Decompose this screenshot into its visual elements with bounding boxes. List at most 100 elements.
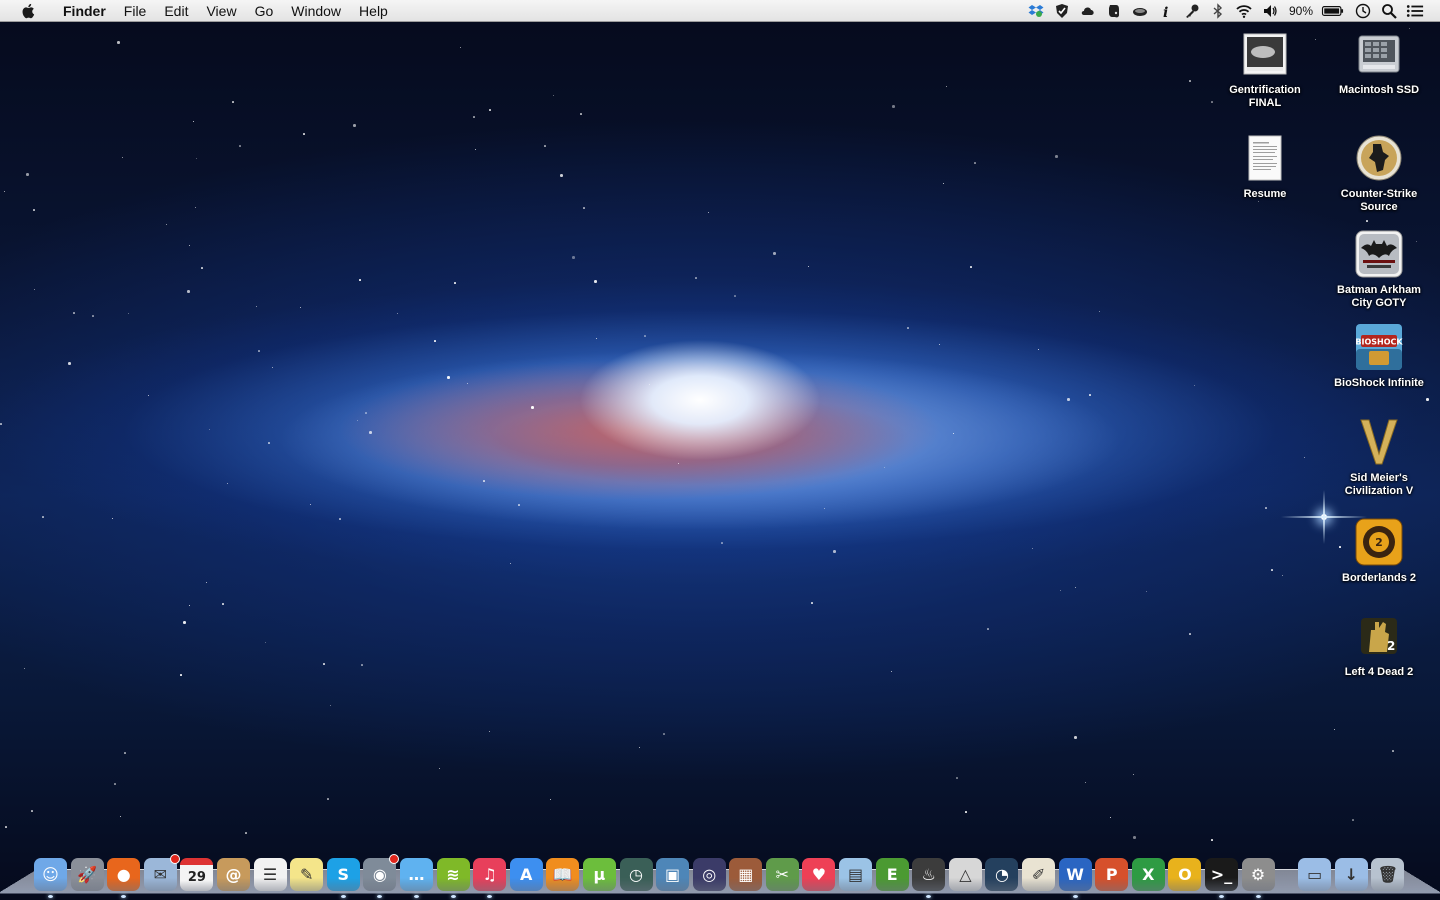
dashboard-icon: ◔ (994, 864, 1009, 884)
dock-terminal[interactable]: >_ (1205, 857, 1238, 898)
cloud-icon[interactable] (1079, 2, 1097, 20)
dock-aperture[interactable]: ◎ (692, 857, 726, 891)
battery-percentage[interactable]: 90% (1289, 4, 1313, 18)
dock-trash[interactable]: 🗑 (1371, 857, 1405, 891)
star (1409, 28, 1410, 29)
key-icon[interactable] (1183, 2, 1201, 20)
dock-messages[interactable]: … (399, 857, 433, 898)
spotlight-search-icon[interactable] (1380, 2, 1398, 20)
menu-edit[interactable]: Edit (155, 0, 197, 22)
dock-dashboard[interactable]: ◔ (985, 857, 1019, 891)
menu-window[interactable]: Window (282, 0, 350, 22)
dock-documents-stack[interactable]: ▭ (1298, 857, 1332, 891)
menu-go[interactable]: Go (246, 0, 283, 22)
evernote-icon[interactable] (1105, 2, 1123, 20)
dock-outlook[interactable]: O (1168, 857, 1202, 891)
dock-evernote[interactable]: E (875, 857, 909, 891)
notification-center-icon[interactable] (1406, 2, 1424, 20)
dock-steam[interactable]: ♨ (912, 857, 946, 898)
battery-icon[interactable] (1320, 2, 1346, 20)
desktop-icon-civilization-v[interactable]: Sid Meier's Civilization V (1329, 418, 1429, 498)
desktop-icon-batman-arkham-city[interactable]: Batman Arkham City GOTY (1329, 230, 1429, 310)
dock-stickies[interactable]: ✂ (765, 857, 799, 891)
volume-icon[interactable] (1261, 2, 1279, 20)
dock-cs-launcher[interactable]: △ (948, 857, 982, 891)
desktop-icon-counter-strike-source[interactable]: Counter-Strike Source (1329, 134, 1429, 214)
desktop-icon-gentrification-final[interactable]: Gentrification FINAL (1215, 30, 1315, 110)
star (510, 563, 511, 564)
dock-firefox[interactable]: ● (107, 857, 141, 898)
dropbox-icon[interactable] (1027, 2, 1045, 20)
menu-bar: Finder File Edit View Go Window Help i 9… (0, 0, 1440, 22)
star (357, 420, 358, 421)
dock-finder[interactable]: ☺ (34, 857, 67, 898)
dock-excel[interactable]: X (1131, 857, 1165, 891)
word-icon: W (1066, 864, 1084, 884)
textedit-icon: ✐ (1031, 864, 1046, 884)
dock-pocket[interactable]: ♥ (802, 857, 836, 891)
star (833, 550, 836, 553)
photo-booth-icon: ▦ (738, 864, 754, 884)
star (365, 412, 367, 414)
desktop-icon-borderlands-2[interactable]: 2 Borderlands 2 (1329, 518, 1429, 585)
dock-launchpad[interactable]: 🚀 (70, 857, 104, 891)
dock-reminders[interactable]: ☰ (253, 857, 287, 891)
dock-downloads-stack[interactable]: ↓ (1334, 857, 1368, 891)
menu-view[interactable]: View (197, 0, 245, 22)
dock-itunes[interactable]: ♫ (473, 857, 507, 898)
star (1133, 836, 1136, 839)
dock-spotify[interactable]: ≋ (436, 857, 470, 898)
system-preferences-icon: ⚙ (1250, 864, 1266, 884)
star (1099, 311, 1100, 312)
dock-calendar[interactable]: 29 (180, 857, 214, 891)
menu-file[interactable]: File (115, 0, 156, 22)
wifi-icon[interactable] (1235, 2, 1253, 20)
hard-drive-icon (1355, 30, 1403, 78)
dock-word[interactable]: W (1058, 857, 1092, 898)
dock-time-machine[interactable]: ◷ (619, 857, 653, 891)
star (195, 207, 196, 208)
dock-ibooks[interactable]: 📖 (546, 857, 580, 891)
info-icon[interactable]: i (1157, 2, 1175, 20)
dock-utorrent[interactable]: µ (582, 857, 616, 891)
apple-menu-icon[interactable] (20, 2, 38, 20)
dock-preview[interactable]: ▤ (839, 857, 873, 891)
dock-system-preferences[interactable]: ⚙ (1241, 857, 1275, 898)
dock-facetime[interactable]: ◉ (363, 853, 400, 898)
dock-mail[interactable]: ✉ (143, 853, 180, 891)
app-menu-finder[interactable]: Finder (54, 0, 115, 22)
star (1211, 839, 1213, 841)
star (239, 145, 241, 147)
dock-contacts[interactable]: @ (216, 857, 250, 891)
shield-icon[interactable] (1053, 2, 1071, 20)
dock-notes[interactable]: ✎ (290, 857, 324, 891)
svg-text:2: 2 (1387, 639, 1395, 653)
skype-icon: S (337, 864, 350, 884)
desktop-icon-resume[interactable]: Resume (1215, 134, 1315, 201)
star (884, 467, 885, 468)
dock-app-store[interactable]: A (509, 857, 543, 891)
menu-help[interactable]: Help (350, 0, 397, 22)
desktop-icon-macintosh-ssd[interactable]: Macintosh SSD (1329, 30, 1429, 97)
star (1265, 507, 1267, 509)
dock-powerpoint[interactable]: P (1095, 857, 1129, 891)
pocket-icon: ♥ (811, 864, 827, 884)
star (594, 280, 597, 283)
time-machine-icon[interactable] (1354, 2, 1372, 20)
star (33, 209, 35, 211)
bluetooth-icon[interactable] (1209, 2, 1227, 20)
dock-iphoto[interactable]: ▣ (656, 857, 690, 891)
dock-skype[interactable]: S (326, 857, 360, 898)
star (946, 86, 947, 87)
desktop-icon-left-4-dead-2[interactable]: 2 Left 4 Dead 2 (1329, 612, 1429, 679)
dock-photo-booth[interactable]: ▦ (729, 857, 763, 891)
caffeine-icon[interactable] (1131, 2, 1149, 20)
desktop-icon-bioshock-infinite[interactable]: BIOSHOCK BioShock Infinite (1329, 323, 1429, 390)
star (92, 315, 94, 317)
dock-textedit[interactable]: ✐ (1022, 857, 1056, 891)
star (1334, 729, 1335, 730)
star (1194, 385, 1195, 386)
star (475, 149, 476, 150)
star (1392, 750, 1394, 752)
stickies-icon: ✂ (775, 864, 790, 884)
